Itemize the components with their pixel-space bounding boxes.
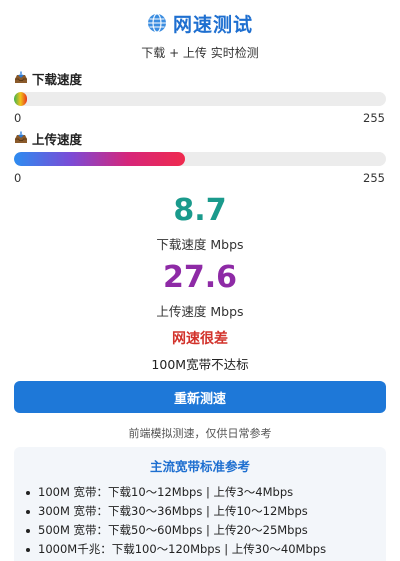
- reference-panel: 主流宽带标准参考 100M 宽带：下载10～12Mbps | 上传3～4Mbps…: [14, 447, 386, 561]
- download-label-row: 下载速度: [14, 70, 386, 87]
- list-item: 1000M千兆：下载100～120Mbps | 上传30～40Mbps: [26, 540, 386, 559]
- page-subtitle: 下载 + 上传 实时检测: [141, 46, 259, 60]
- reference-item-text: 1000M千兆：下载100～120Mbps | 上传30～40Mbps: [38, 542, 327, 556]
- upload-progress-fill: [14, 152, 186, 166]
- upload-scale-max: 255: [363, 171, 385, 185]
- download-scale: 0 255: [14, 111, 386, 125]
- reference-item-text: 300M 宽带：下载30～36Mbps | 上传10～12Mbps: [38, 504, 308, 518]
- bullet-icon: [26, 490, 30, 495]
- reference-item-text: 500M 宽带：下载50～60Mbps | 上传20～25Mbps: [38, 523, 308, 537]
- inbox-tray-icon: [15, 131, 27, 143]
- title-row: 网速测试: [0, 8, 400, 38]
- bullet-icon: [26, 528, 30, 533]
- download-progress-track: [14, 92, 386, 106]
- globe-icon: [147, 13, 166, 33]
- header: 网速测试 下载 + 上传 实时检测: [0, 8, 400, 61]
- upload-scale: 0 255: [14, 171, 386, 185]
- retest-button[interactable]: 重新测速: [14, 381, 386, 413]
- bullet-icon: [26, 547, 30, 552]
- reference-list: 100M 宽带：下载10～12Mbps | 上传3～4Mbps 300M 宽带：…: [14, 483, 386, 559]
- upload-speed-unit: 上传速度 Mbps: [156, 304, 244, 319]
- download-progress-fill: [14, 92, 27, 106]
- disclaimer-note: 前端模拟测速，仅供日常参考: [128, 427, 272, 440]
- download-readout: 8.7 下载速度 Mbps: [0, 194, 400, 253]
- reference-title: 主流宽带标准参考: [149, 459, 250, 474]
- page-title: 网速测试: [172, 13, 253, 36]
- quality-status: 网速很差: [172, 331, 228, 347]
- upload-speed-value: 27.6: [162, 260, 238, 295]
- inbox-tray-icon: [15, 71, 27, 83]
- download-meter: 下载速度 0 255: [14, 70, 386, 125]
- list-item: 100M 宽带：下载10～12Mbps | 上传3～4Mbps: [26, 483, 386, 502]
- upload-meter: 上传速度 0 255: [14, 130, 386, 185]
- bullet-icon: [26, 509, 30, 514]
- upload-readout: 27.6 上传速度 Mbps: [0, 261, 400, 320]
- upload-progress-track: [14, 152, 386, 166]
- list-item: 300M 宽带：下载30～36Mbps | 上传10～12Mbps: [26, 502, 386, 521]
- download-scale-min: 0: [14, 111, 22, 125]
- standard-status: 100M宽带不达标: [151, 357, 249, 372]
- download-scale-max: 255: [363, 111, 385, 125]
- upload-label-row: 上传速度: [14, 130, 386, 147]
- download-label: 下载速度: [32, 71, 83, 87]
- list-item: 500M 宽带：下载50～60Mbps | 上传20～25Mbps: [26, 521, 386, 540]
- download-speed-unit: 下载速度 Mbps: [156, 237, 244, 252]
- speed-verdict: 网速很差 100M宽带不达标: [0, 328, 400, 373]
- reference-item-text: 100M 宽带：下载10～12Mbps | 上传3～4Mbps: [38, 485, 294, 499]
- download-speed-value: 8.7: [173, 193, 227, 228]
- upload-scale-min: 0: [14, 171, 22, 185]
- upload-label: 上传速度: [32, 131, 83, 147]
